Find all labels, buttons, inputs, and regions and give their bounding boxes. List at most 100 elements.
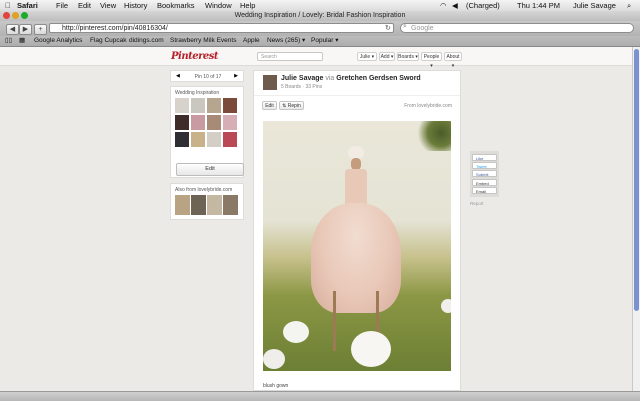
email-button[interactable]: Email bbox=[472, 187, 497, 194]
bookmarks-bar: ▯▯ ▦ Google Analytics Flag Cupcak diding… bbox=[0, 36, 640, 47]
bookmark-flag-cupcake[interactable]: Flag Cupcak bbox=[90, 36, 127, 46]
like-button[interactable]: Like bbox=[472, 154, 497, 161]
nav-boards[interactable]: Boards ▾ bbox=[397, 52, 419, 61]
window-titlebar: Wedding Inspiration / Lovely: Bridal Fas… bbox=[0, 11, 640, 21]
board-thumb[interactable] bbox=[207, 98, 221, 113]
wifi-icon[interactable]: ◠ bbox=[440, 1, 447, 10]
edit-pin-button[interactable]: Edit bbox=[262, 101, 277, 110]
embed-button[interactable]: Embed bbox=[472, 179, 497, 186]
avatar[interactable] bbox=[263, 75, 277, 90]
close-window-button[interactable] bbox=[3, 12, 10, 19]
pinterest-search-input[interactable]: Search bbox=[257, 52, 323, 61]
pin-pager: ◀ Pin 10 of 17 ▶ bbox=[170, 70, 244, 82]
menu-history[interactable]: History bbox=[124, 1, 147, 10]
volume-icon[interactable]: ◀ bbox=[452, 1, 458, 10]
menu-file[interactable]: File bbox=[56, 1, 68, 10]
pinterest-header: Pinterest Search Julie ▾ Add ▾ Boards ▾ … bbox=[0, 47, 632, 69]
clock[interactable]: Thu 1:44 PM bbox=[517, 1, 560, 10]
menu-edit[interactable]: Edit bbox=[78, 1, 91, 10]
bookmark-didings[interactable]: didings.com bbox=[129, 36, 164, 46]
paper-lantern bbox=[283, 321, 309, 343]
board-thumb[interactable] bbox=[191, 98, 205, 113]
nav-people[interactable]: People ▾ bbox=[421, 52, 442, 69]
source-thumb[interactable] bbox=[207, 195, 222, 215]
source-thumb[interactable] bbox=[223, 195, 238, 215]
board-thumb[interactable] bbox=[191, 115, 205, 130]
tweet-button[interactable]: Tweet bbox=[472, 162, 497, 169]
user-name[interactable]: Julie Savage bbox=[573, 1, 616, 10]
bookmark-google-analytics[interactable]: Google Analytics bbox=[34, 36, 82, 46]
search-placeholder: Google bbox=[411, 25, 434, 32]
source-thumb[interactable] bbox=[191, 195, 206, 215]
board-thumb[interactable] bbox=[223, 115, 237, 130]
board-thumb[interactable] bbox=[175, 98, 189, 113]
board-thumb[interactable] bbox=[207, 115, 221, 130]
pin-image[interactable] bbox=[263, 121, 451, 371]
apple-icon[interactable]:  bbox=[5, 1, 11, 10]
zoom-window-button[interactable] bbox=[21, 12, 28, 19]
board-thumb[interactable] bbox=[223, 98, 237, 113]
vertical-scrollbar[interactable] bbox=[632, 47, 640, 391]
edit-board-button[interactable]: Edit bbox=[176, 163, 244, 176]
board-thumb[interactable] bbox=[207, 132, 221, 147]
tree-branch bbox=[413, 121, 451, 151]
nav-about[interactable]: About ▾ bbox=[444, 52, 462, 69]
repin-icon: ⇅ bbox=[282, 103, 287, 109]
next-pin-arrow[interactable]: ▶ bbox=[234, 73, 238, 79]
also-from-title[interactable]: Also from lovelybride.com bbox=[175, 187, 232, 193]
scroll-thumb[interactable] bbox=[634, 49, 639, 311]
board-thumb[interactable] bbox=[175, 132, 189, 147]
nav-julie[interactable]: Julie ▾ bbox=[357, 52, 377, 61]
boards-pins-count[interactable]: 5 Boards · 33 Pins bbox=[281, 84, 322, 90]
back-button[interactable]: ◀ bbox=[6, 24, 19, 35]
board-thumb[interactable] bbox=[175, 115, 189, 130]
paper-lantern bbox=[351, 331, 391, 367]
top-sites-icon[interactable]: ▦ bbox=[19, 36, 25, 46]
reload-icon[interactable]: ↻ bbox=[385, 24, 391, 32]
window-title: Wedding Inspiration / Lovely: Bridal Fas… bbox=[234, 12, 406, 19]
share-box: Like Tweet Submit Embed Email bbox=[470, 151, 499, 197]
submit-button[interactable]: Submit bbox=[472, 170, 497, 177]
search-field[interactable]: Google bbox=[400, 23, 634, 33]
forward-button[interactable]: ▶ bbox=[19, 24, 32, 35]
bookmark-strawberry-milk[interactable]: Strawberry Milk Events bbox=[170, 36, 236, 46]
url-text: http://pinterest.com/pin/40816304/ bbox=[62, 25, 168, 32]
repin-button[interactable]: ⇅ Repin bbox=[279, 101, 304, 110]
paper-lantern bbox=[263, 349, 285, 369]
source-thumb[interactable] bbox=[175, 195, 190, 215]
pinterest-logo[interactable]: Pinterest bbox=[171, 51, 218, 62]
pinner-name[interactable]: Julie Savage bbox=[281, 75, 323, 82]
bookmark-news[interactable]: News (265) ▾ bbox=[267, 36, 305, 46]
pin-attribution: Julie Savage via Gretchen Gerdsen Sword bbox=[281, 75, 421, 82]
add-bookmark-button[interactable]: + bbox=[34, 24, 47, 35]
spotlight-icon[interactable]: ⌕ bbox=[627, 1, 631, 11]
bookmark-popular[interactable]: Popular ▾ bbox=[311, 36, 338, 46]
also-from-panel: Also from lovelybride.com bbox=[170, 183, 244, 220]
pin-source[interactable]: From lovelybride.com bbox=[404, 103, 452, 109]
bookmarks-icon[interactable]: ▯▯ bbox=[5, 36, 12, 46]
divider bbox=[254, 95, 460, 96]
menu-window[interactable]: Window bbox=[205, 1, 232, 10]
menu-safari[interactable]: Safari bbox=[17, 1, 38, 10]
menu-view[interactable]: View bbox=[100, 1, 116, 10]
pinterest-search-placeholder: Search bbox=[261, 54, 277, 60]
report-link[interactable]: Report bbox=[470, 201, 484, 206]
via-text: via bbox=[325, 75, 335, 82]
menu-help[interactable]: Help bbox=[240, 1, 255, 10]
pin-caption: blush gown bbox=[263, 383, 289, 389]
battery-status[interactable]: (Charged) bbox=[466, 1, 500, 10]
address-bar[interactable]: http://pinterest.com/pin/40816304/ bbox=[49, 23, 394, 33]
pin-panel: Julie Savage via Gretchen Gerdsen Sword … bbox=[253, 70, 461, 391]
nav-add[interactable]: Add ▾ bbox=[379, 52, 395, 61]
board-thumb[interactable] bbox=[191, 132, 205, 147]
menu-bookmarks[interactable]: Bookmarks bbox=[157, 1, 195, 10]
minimize-window-button[interactable] bbox=[12, 12, 19, 19]
repin-label: Repin bbox=[287, 103, 301, 109]
bookmark-apple[interactable]: Apple bbox=[243, 36, 260, 46]
via-name[interactable]: Gretchen Gerdsen Sword bbox=[336, 75, 420, 82]
board-panel: Wedding Inspiration Edit bbox=[170, 86, 244, 178]
board-title[interactable]: Wedding Inspiration bbox=[175, 90, 219, 96]
search-icon: ⌕ bbox=[403, 23, 407, 30]
board-thumb[interactable] bbox=[223, 132, 237, 147]
page-content: Pinterest Search Julie ▾ Add ▾ Boards ▾ … bbox=[0, 47, 632, 391]
